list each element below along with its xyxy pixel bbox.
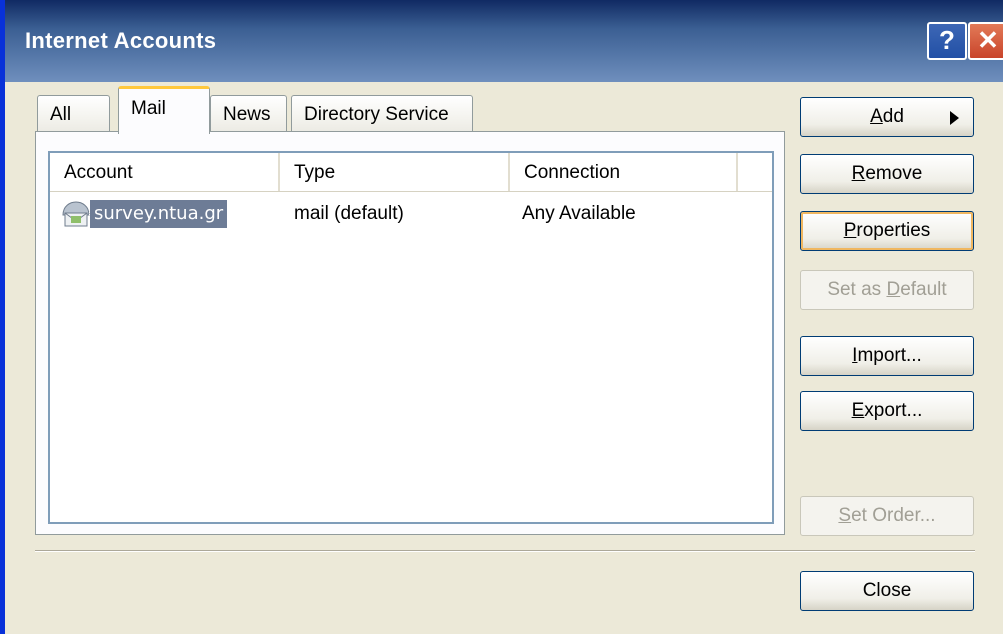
tab-directory-service[interactable]: Directory Service [291, 95, 473, 133]
tab-all[interactable]: All [37, 95, 110, 133]
properties-button[interactable]: Properties [800, 211, 974, 251]
button-accelerator: S [838, 505, 852, 526]
tab-label: News [223, 104, 271, 125]
button-label-post: emove [865, 163, 923, 184]
button-accelerator: D [886, 279, 901, 300]
button-label-post: efault [900, 279, 947, 300]
button-label-post: et Order... [851, 505, 936, 526]
account-type: mail (default) [294, 203, 404, 224]
remove-button[interactable]: Remove [800, 154, 974, 194]
column-header-connection[interactable]: Connection [510, 153, 738, 191]
button-label-post: dd [882, 106, 904, 127]
add-button[interactable]: Add [800, 97, 974, 137]
title-bar[interactable]: Internet Accounts ? ✕ [5, 0, 1003, 82]
list-item[interactable]: survey.ntua.gr mail (default) Any Availa… [50, 197, 772, 231]
list-header: Account Type Connection [50, 153, 772, 192]
export-button[interactable]: Export... [800, 391, 974, 431]
window-title: Internet Accounts [25, 28, 217, 53]
close-window-button[interactable]: ✕ [968, 22, 1003, 60]
button-label-post: roperties [856, 220, 931, 241]
button-label-post: mport... [857, 345, 922, 366]
tab-news[interactable]: News [210, 95, 287, 133]
button-accelerator: P [843, 220, 857, 241]
mail-account-icon [62, 201, 90, 227]
set-order-button[interactable]: Set Order... [800, 496, 974, 536]
question-mark-icon: ? [939, 25, 955, 55]
tab-label: Mail [131, 98, 166, 119]
import-button[interactable]: Import... [800, 336, 974, 376]
close-button[interactable]: Close [800, 571, 974, 611]
submenu-arrow-icon [950, 111, 959, 125]
close-icon: ✕ [977, 25, 999, 55]
help-button[interactable]: ? [927, 22, 967, 60]
tab-label: All [50, 104, 72, 125]
button-accelerator: A [870, 106, 883, 127]
button-accelerator: R [851, 163, 866, 184]
button-label: Close [862, 580, 912, 601]
tab-mail[interactable]: Mail [118, 86, 210, 134]
account-name: survey.ntua.gr [88, 199, 229, 229]
button-accelerator: E [851, 400, 865, 421]
column-header-type[interactable]: Type [280, 153, 510, 191]
accounts-list[interactable]: Account Type Connection survey.ntua.gr m… [48, 151, 774, 524]
column-header-account[interactable]: Account [50, 153, 280, 191]
account-connection: Any Available [522, 203, 636, 224]
separator [35, 550, 975, 552]
button-label-post: xport... [864, 400, 923, 421]
button-label-pre: Set as [827, 279, 887, 300]
set-as-default-button[interactable]: Set as Default [800, 270, 974, 310]
tab-label: Directory Service [304, 104, 449, 125]
